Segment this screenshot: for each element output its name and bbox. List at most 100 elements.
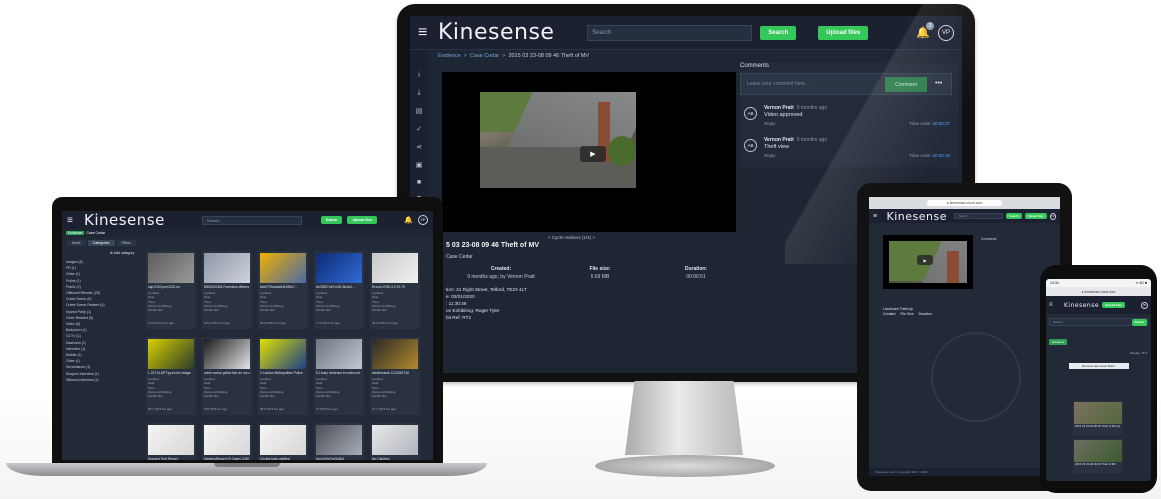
info-icon[interactable]: i — [418, 72, 420, 79]
tab-categories[interactable]: Categories — [87, 240, 115, 246]
reply-link[interactable]: Reply — [764, 121, 776, 126]
evidence-card[interactable]: L.2271/LAPT.yy.tn.min Image Location Date T… — [146, 337, 196, 415]
search-button[interactable]: Search — [320, 216, 343, 224]
evidence-card[interactable]: 8300000434 Forensics officers at a crime… — [202, 251, 252, 329]
category-item[interactable]: Witness Interview (1) — [66, 377, 136, 383]
bell-icon[interactable]: 🔔 3 — [916, 22, 934, 39]
search-placeholder: Search — [1053, 320, 1063, 324]
card-meta-line: Exhibit Ref — [204, 308, 219, 313]
video-player[interactable]: ▶ — [883, 235, 973, 289]
upload-files-button[interactable]: Upload files — [1024, 213, 1047, 219]
share-icon[interactable]: ⋖ — [416, 143, 422, 151]
play-icon[interactable]: ▶ — [580, 146, 606, 162]
timecode-label: Time code: — [909, 121, 932, 126]
add-category-label: Add category — [113, 251, 135, 255]
timecode-link[interactable]: 00:00:37 — [932, 121, 950, 126]
evidence-card[interactable]: MeetingReport LR Casey 2020 11-03 14-54-… — [202, 423, 252, 460]
breadcrumb-current: 2015 03 23-08 09 46 Theft of MV — [508, 53, 590, 59]
remove-filters-button[interactable]: Remove item-level filters — [1068, 363, 1129, 369]
created-label: Created: — [490, 266, 512, 272]
search-button[interactable]: Search — [1006, 213, 1022, 219]
card-footer: 88.1 KB 8 hrs ago — [148, 407, 173, 411]
evidence-tag[interactable]: Evidence — [66, 231, 85, 235]
app-logo: Kinesense — [84, 211, 165, 229]
evidence-tag[interactable]: Evidence — [1049, 339, 1068, 345]
avatar[interactable]: VP — [1049, 212, 1056, 220]
download-icon[interactable]: ⤓ — [417, 89, 420, 97]
url-text: ● kinesense.cloud.com — [1081, 289, 1116, 294]
scene-wall — [947, 251, 959, 283]
video-player[interactable]: ▶ — [442, 72, 736, 232]
top-bar: ≡ Kinesense Search Search Upload files 🔔… — [410, 16, 962, 50]
image-icon[interactable]: ▣ — [416, 161, 423, 169]
evidence-card[interactable]: crime scene police line do not cross tap… — [202, 337, 252, 415]
card-caption: EJ body evidence in notes.md — [316, 371, 360, 375]
detail-time: : 11:30:49 — [446, 301, 467, 306]
detail-person: on Exhibiting: Roger Tyler — [446, 308, 500, 313]
upload-files-button[interactable]: Upload files — [818, 25, 869, 40]
timecode-link[interactable]: 00:00:16 — [932, 153, 950, 158]
comments-title: Comments — [740, 63, 770, 69]
evidence-card[interactable]: kin-Clarified — [370, 423, 420, 460]
search-input[interactable]: Search Search — [1049, 318, 1148, 326]
card-footer: 77.2 KB 8 hrs ago — [316, 321, 341, 325]
check-icon[interactable]: ✓ — [416, 125, 422, 133]
status-bar: 10:34 ▪▪ 4G ■ — [1046, 279, 1151, 287]
breadcrumb-evidence[interactable]: Evidence — [438, 53, 461, 59]
tab-items[interactable]: Items — [67, 240, 86, 246]
evidence-card[interactable]: trim.0e9d7ce0a5d4 — [314, 423, 364, 460]
card-caption: MeetingReport LR Casey 2020 11-03 14-54-… — [204, 457, 250, 460]
evidence-card[interactable]: f0.com.0750.4.CY0.79 Location Date Time Pers… — [370, 251, 420, 329]
search-button[interactable]: Search — [1131, 319, 1147, 326]
card-footer: 5.7h 6.8h 8 hrs ago — [148, 321, 174, 325]
display-select[interactable]: Display: 15 ▾ — [1046, 351, 1151, 355]
upload-files-button[interactable]: Upload files — [347, 216, 378, 224]
cycle-markers[interactable]: < Cycle markers (1/4) > — [548, 235, 595, 240]
created-meta: Created: 9 months ago, by Vernon Pratt — [446, 266, 556, 280]
video-icon[interactable]: ■ — [417, 179, 421, 186]
menu-icon[interactable]: ≡ — [873, 213, 884, 220]
add-category-button[interactable]: ⊕ Add category — [110, 251, 134, 255]
menu-icon[interactable]: ≡ — [67, 215, 79, 226]
bell-icon[interactable]: 🔔 — [404, 216, 413, 224]
card-thumbnail — [372, 253, 418, 283]
evidence-card[interactable]: shutterstock 1222567740 Location Date Time P… — [370, 337, 420, 415]
evidence-card[interactable]: bfa0775ca4a6ef4185e7... Location Date Time P… — [258, 251, 308, 329]
breadcrumb-separator: > — [502, 53, 506, 59]
tab-filters[interactable]: Filters — [116, 240, 137, 246]
list-icon[interactable]: ▤ — [416, 107, 423, 115]
search-button[interactable]: Search — [760, 25, 797, 40]
evidence-card[interactable]: 2015 03 23 09-08 46 Theft of MV.clp — [1073, 401, 1123, 435]
meta-labels: Created File Size Duration — [883, 312, 932, 317]
evidence-card[interactable]: 2015 03 23-08 09 46 Theft of MV — [1073, 439, 1123, 473]
browser-url-bar[interactable]: ● kinesense.cloud.com — [869, 197, 1060, 209]
card-footer: 329.6 KB 8 hrs ago — [204, 321, 230, 325]
search-input[interactable]: Search — [954, 213, 1004, 219]
search-input[interactable]: Search — [587, 24, 753, 41]
status-time: 10:34 — [1050, 281, 1059, 285]
evidence-card[interactable]: EJ body evidence in notes.md Location Date… — [314, 337, 364, 415]
evidence-card[interactable]: cap.0100.prm2021.nc Location Date Time Perso… — [146, 251, 196, 329]
evidence-card[interactable]: Suspect Test Report — [146, 423, 196, 460]
card-caption: L.2271/LAPT.yy.tn.min Image — [148, 371, 191, 375]
comment-author-name: Vernon Pratt — [764, 105, 794, 111]
menu-icon[interactable]: ≡ — [418, 24, 430, 42]
browser-url-bar[interactable]: ● kinesense.cloud.com — [1046, 287, 1151, 296]
evidence-card[interactable]: Cricket bats clarified — [258, 423, 308, 460]
avatar[interactable]: VP — [1141, 301, 1148, 309]
play-icon[interactable]: ▶ — [917, 255, 933, 265]
reply-link[interactable]: Reply — [764, 153, 776, 158]
avatar[interactable]: VP — [418, 215, 428, 225]
menu-icon[interactable]: ≡ — [1049, 302, 1061, 308]
evidence-card[interactable]: bb78637c40-fc52-5b4a3... Location Date Time… — [314, 251, 364, 329]
comment-input[interactable]: Leave your comment here... — [747, 81, 809, 87]
avatar[interactable]: VP — [938, 24, 954, 41]
card-metadata: Location Date Time Person Exhibiting Exhibit… — [204, 377, 227, 398]
more-icon[interactable]: ••• — [935, 80, 942, 87]
detail-exhibit-ref: bit Ref: RT2 — [446, 315, 471, 320]
breadcrumb-case[interactable]: Case Cedar — [470, 53, 499, 59]
search-input[interactable]: Search — [201, 215, 302, 225]
comment-button[interactable]: Comment — [885, 77, 927, 92]
upload-files-button[interactable]: Upload files — [1102, 302, 1126, 308]
evidence-card[interactable]: 2 London Metropolitan Police Location Date… — [258, 337, 308, 415]
